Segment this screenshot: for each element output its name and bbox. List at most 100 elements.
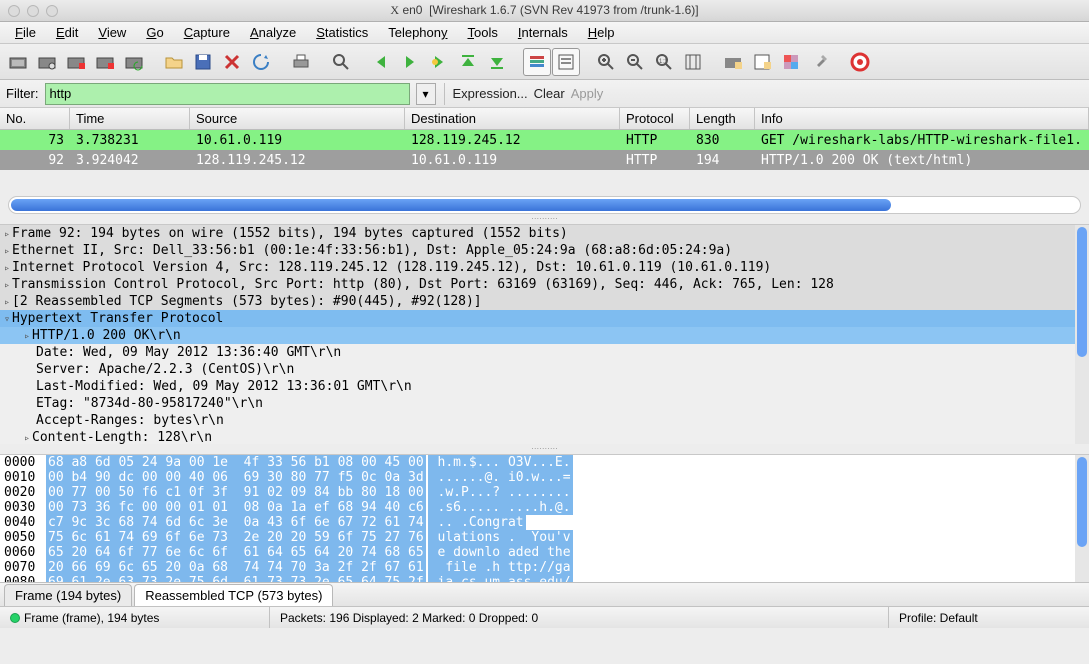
colorize-icon[interactable] — [523, 48, 551, 76]
hex-line[interactable]: 000068 a8 6d 05 24 9a 00 1e 4f 33 56 b1 … — [0, 455, 1089, 470]
packet-list-header: No. Time Source Destination Protocol Len… — [0, 108, 1089, 130]
status-mid: Packets: 196 Displayed: 2 Marked: 0 Drop… — [280, 611, 538, 625]
zoom-icon[interactable] — [46, 5, 58, 17]
packet-list[interactable]: 73 3.738231 10.61.0.119 128.119.245.12 H… — [0, 130, 1089, 190]
goto-icon[interactable] — [425, 48, 453, 76]
goto-first-icon[interactable] — [454, 48, 482, 76]
hex-line[interactable]: 006065 20 64 6f 77 6e 6c 6f 61 64 65 64 … — [0, 545, 1089, 560]
menu-tools[interactable]: Tools — [459, 23, 507, 42]
tab-frame[interactable]: Frame (194 bytes) — [4, 584, 132, 606]
zoom-out-icon[interactable] — [621, 48, 649, 76]
hscroll-thumb[interactable] — [11, 199, 891, 211]
detail-server[interactable]: Server: Apache/2.2.3 (CentOS)\r\n — [0, 361, 1089, 378]
minimize-icon[interactable] — [27, 5, 39, 17]
detail-ip[interactable]: Internet Protocol Version 4, Src: 128.11… — [0, 259, 1089, 276]
save-icon[interactable] — [189, 48, 217, 76]
menu-analyze[interactable]: Analyze — [241, 23, 305, 42]
menu-edit[interactable]: Edit — [47, 23, 87, 42]
zoom-in-icon[interactable] — [592, 48, 620, 76]
expression-button[interactable]: Expression... — [453, 86, 528, 101]
detail-eth[interactable]: Ethernet II, Src: Dell_33:56:b1 (00:1e:4… — [0, 242, 1089, 259]
hex-line[interactable]: 005075 6c 61 74 69 6f 6e 73 2e 20 20 59 … — [0, 530, 1089, 545]
filter-dropdown-icon[interactable]: ▾ — [416, 83, 436, 105]
bytes-tabs: Frame (194 bytes) Reassembled TCP (573 b… — [0, 582, 1089, 606]
stop-capture-icon[interactable] — [91, 48, 119, 76]
hex-line[interactable]: 007020 66 69 6c 65 20 0a 68 74 74 70 3a … — [0, 560, 1089, 575]
forward-icon[interactable] — [396, 48, 424, 76]
coloring-rules-icon[interactable] — [777, 48, 805, 76]
start-capture-icon[interactable] — [62, 48, 90, 76]
display-filters-icon[interactable] — [748, 48, 776, 76]
capture-filters-icon[interactable] — [719, 48, 747, 76]
pane-divider[interactable]: ·········· — [0, 214, 1089, 224]
detail-http[interactable]: Hypertext Transfer Protocol — [0, 310, 1089, 327]
hex-line[interactable]: 008069 61 2e 63 73 2e 75 6d 61 73 73 2e … — [0, 575, 1089, 582]
status-left: Frame (frame), 194 bytes — [24, 611, 159, 625]
menu-telephony[interactable]: Telephony — [379, 23, 456, 42]
close-icon[interactable] — [8, 5, 20, 17]
vscroll-thumb[interactable] — [1077, 457, 1087, 547]
filter-input[interactable] — [45, 83, 410, 105]
open-icon[interactable] — [160, 48, 188, 76]
prefs-icon[interactable] — [806, 48, 834, 76]
detail-http-status[interactable]: HTTP/1.0 200 OK\r\n — [0, 327, 1089, 344]
col-no[interactable]: No. — [0, 108, 70, 129]
hex-line[interactable]: 001000 b4 90 dc 00 00 40 06 69 30 80 77 … — [0, 470, 1089, 485]
reload-icon[interactable] — [247, 48, 275, 76]
find-icon[interactable] — [327, 48, 355, 76]
tab-reassembled[interactable]: Reassembled TCP (573 bytes) — [134, 584, 333, 606]
svg-text:1:1: 1:1 — [659, 59, 668, 65]
apply-button[interactable]: Apply — [571, 86, 604, 101]
zoom-100-icon[interactable]: 1:1 — [650, 48, 678, 76]
menu-go[interactable]: Go — [137, 23, 172, 42]
back-icon[interactable] — [367, 48, 395, 76]
menu-internals[interactable]: Internals — [509, 23, 577, 42]
vscroll[interactable] — [1075, 455, 1089, 582]
detail-reasm[interactable]: [2 Reassembled TCP Segments (573 bytes):… — [0, 293, 1089, 310]
goto-last-icon[interactable] — [483, 48, 511, 76]
hex-line[interactable]: 002000 77 00 50 f6 c1 0f 3f 91 02 09 84 … — [0, 485, 1089, 500]
col-len[interactable]: Length — [690, 108, 755, 129]
expert-info-icon[interactable] — [10, 613, 20, 623]
packet-bytes[interactable]: 000068 a8 6d 05 24 9a 00 1e 4f 33 56 b1 … — [0, 454, 1089, 582]
pane-divider[interactable]: ·········· — [0, 444, 1089, 454]
packet-row[interactable]: 73 3.738231 10.61.0.119 128.119.245.12 H… — [0, 130, 1089, 150]
autoscroll-icon[interactable] — [552, 48, 580, 76]
detail-frame[interactable]: Frame 92: 194 bytes on wire (1552 bits),… — [0, 225, 1089, 242]
traffic-lights — [8, 5, 58, 17]
col-time[interactable]: Time — [70, 108, 190, 129]
clear-button[interactable]: Clear — [534, 86, 565, 101]
detail-lastmod[interactable]: Last-Modified: Wed, 09 May 2012 13:36:01… — [0, 378, 1089, 395]
hex-line[interactable]: 0040c7 9c 3c 68 74 6d 6c 3e 0a 43 6f 6e … — [0, 515, 1089, 530]
col-dst[interactable]: Destination — [405, 108, 620, 129]
restart-capture-icon[interactable] — [120, 48, 148, 76]
window-title: X en0 [Wireshark 1.6.7 (SVN Rev 41973 fr… — [0, 3, 1089, 18]
menu-capture[interactable]: Capture — [175, 23, 239, 42]
options-icon[interactable] — [33, 48, 61, 76]
hex-line[interactable]: 003000 73 36 fc 00 00 01 01 08 0a 1a ef … — [0, 500, 1089, 515]
menu-file[interactable]: File — [6, 23, 45, 42]
menu-statistics[interactable]: Statistics — [307, 23, 377, 42]
detail-tcp[interactable]: Transmission Control Protocol, Src Port:… — [0, 276, 1089, 293]
vscroll-thumb[interactable] — [1077, 227, 1087, 357]
detail-etag[interactable]: ETag: "8734d-80-95817240"\r\n — [0, 395, 1089, 412]
filter-label: Filter: — [6, 86, 39, 101]
col-src[interactable]: Source — [190, 108, 405, 129]
detail-clen[interactable]: Content-Length: 128\r\n — [0, 429, 1089, 444]
print-icon[interactable] — [287, 48, 315, 76]
resize-columns-icon[interactable] — [679, 48, 707, 76]
packet-row[interactable]: 92 3.924042 128.119.245.12 10.61.0.119 H… — [0, 150, 1089, 170]
menu-view[interactable]: View — [89, 23, 135, 42]
vscroll[interactable] — [1075, 225, 1089, 444]
hscroll[interactable] — [8, 196, 1081, 214]
detail-accept[interactable]: Accept-Ranges: bytes\r\n — [0, 412, 1089, 429]
packet-details[interactable]: Frame 92: 194 bytes on wire (1552 bits),… — [0, 224, 1089, 444]
interfaces-icon[interactable] — [4, 48, 32, 76]
status-bar: Frame (frame), 194 bytes Packets: 196 Di… — [0, 606, 1089, 628]
help-icon[interactable] — [846, 48, 874, 76]
col-proto[interactable]: Protocol — [620, 108, 690, 129]
col-info[interactable]: Info — [755, 108, 1089, 129]
close-file-icon[interactable] — [218, 48, 246, 76]
detail-date[interactable]: Date: Wed, 09 May 2012 13:36:40 GMT\r\n — [0, 344, 1089, 361]
menu-help[interactable]: Help — [579, 23, 624, 42]
